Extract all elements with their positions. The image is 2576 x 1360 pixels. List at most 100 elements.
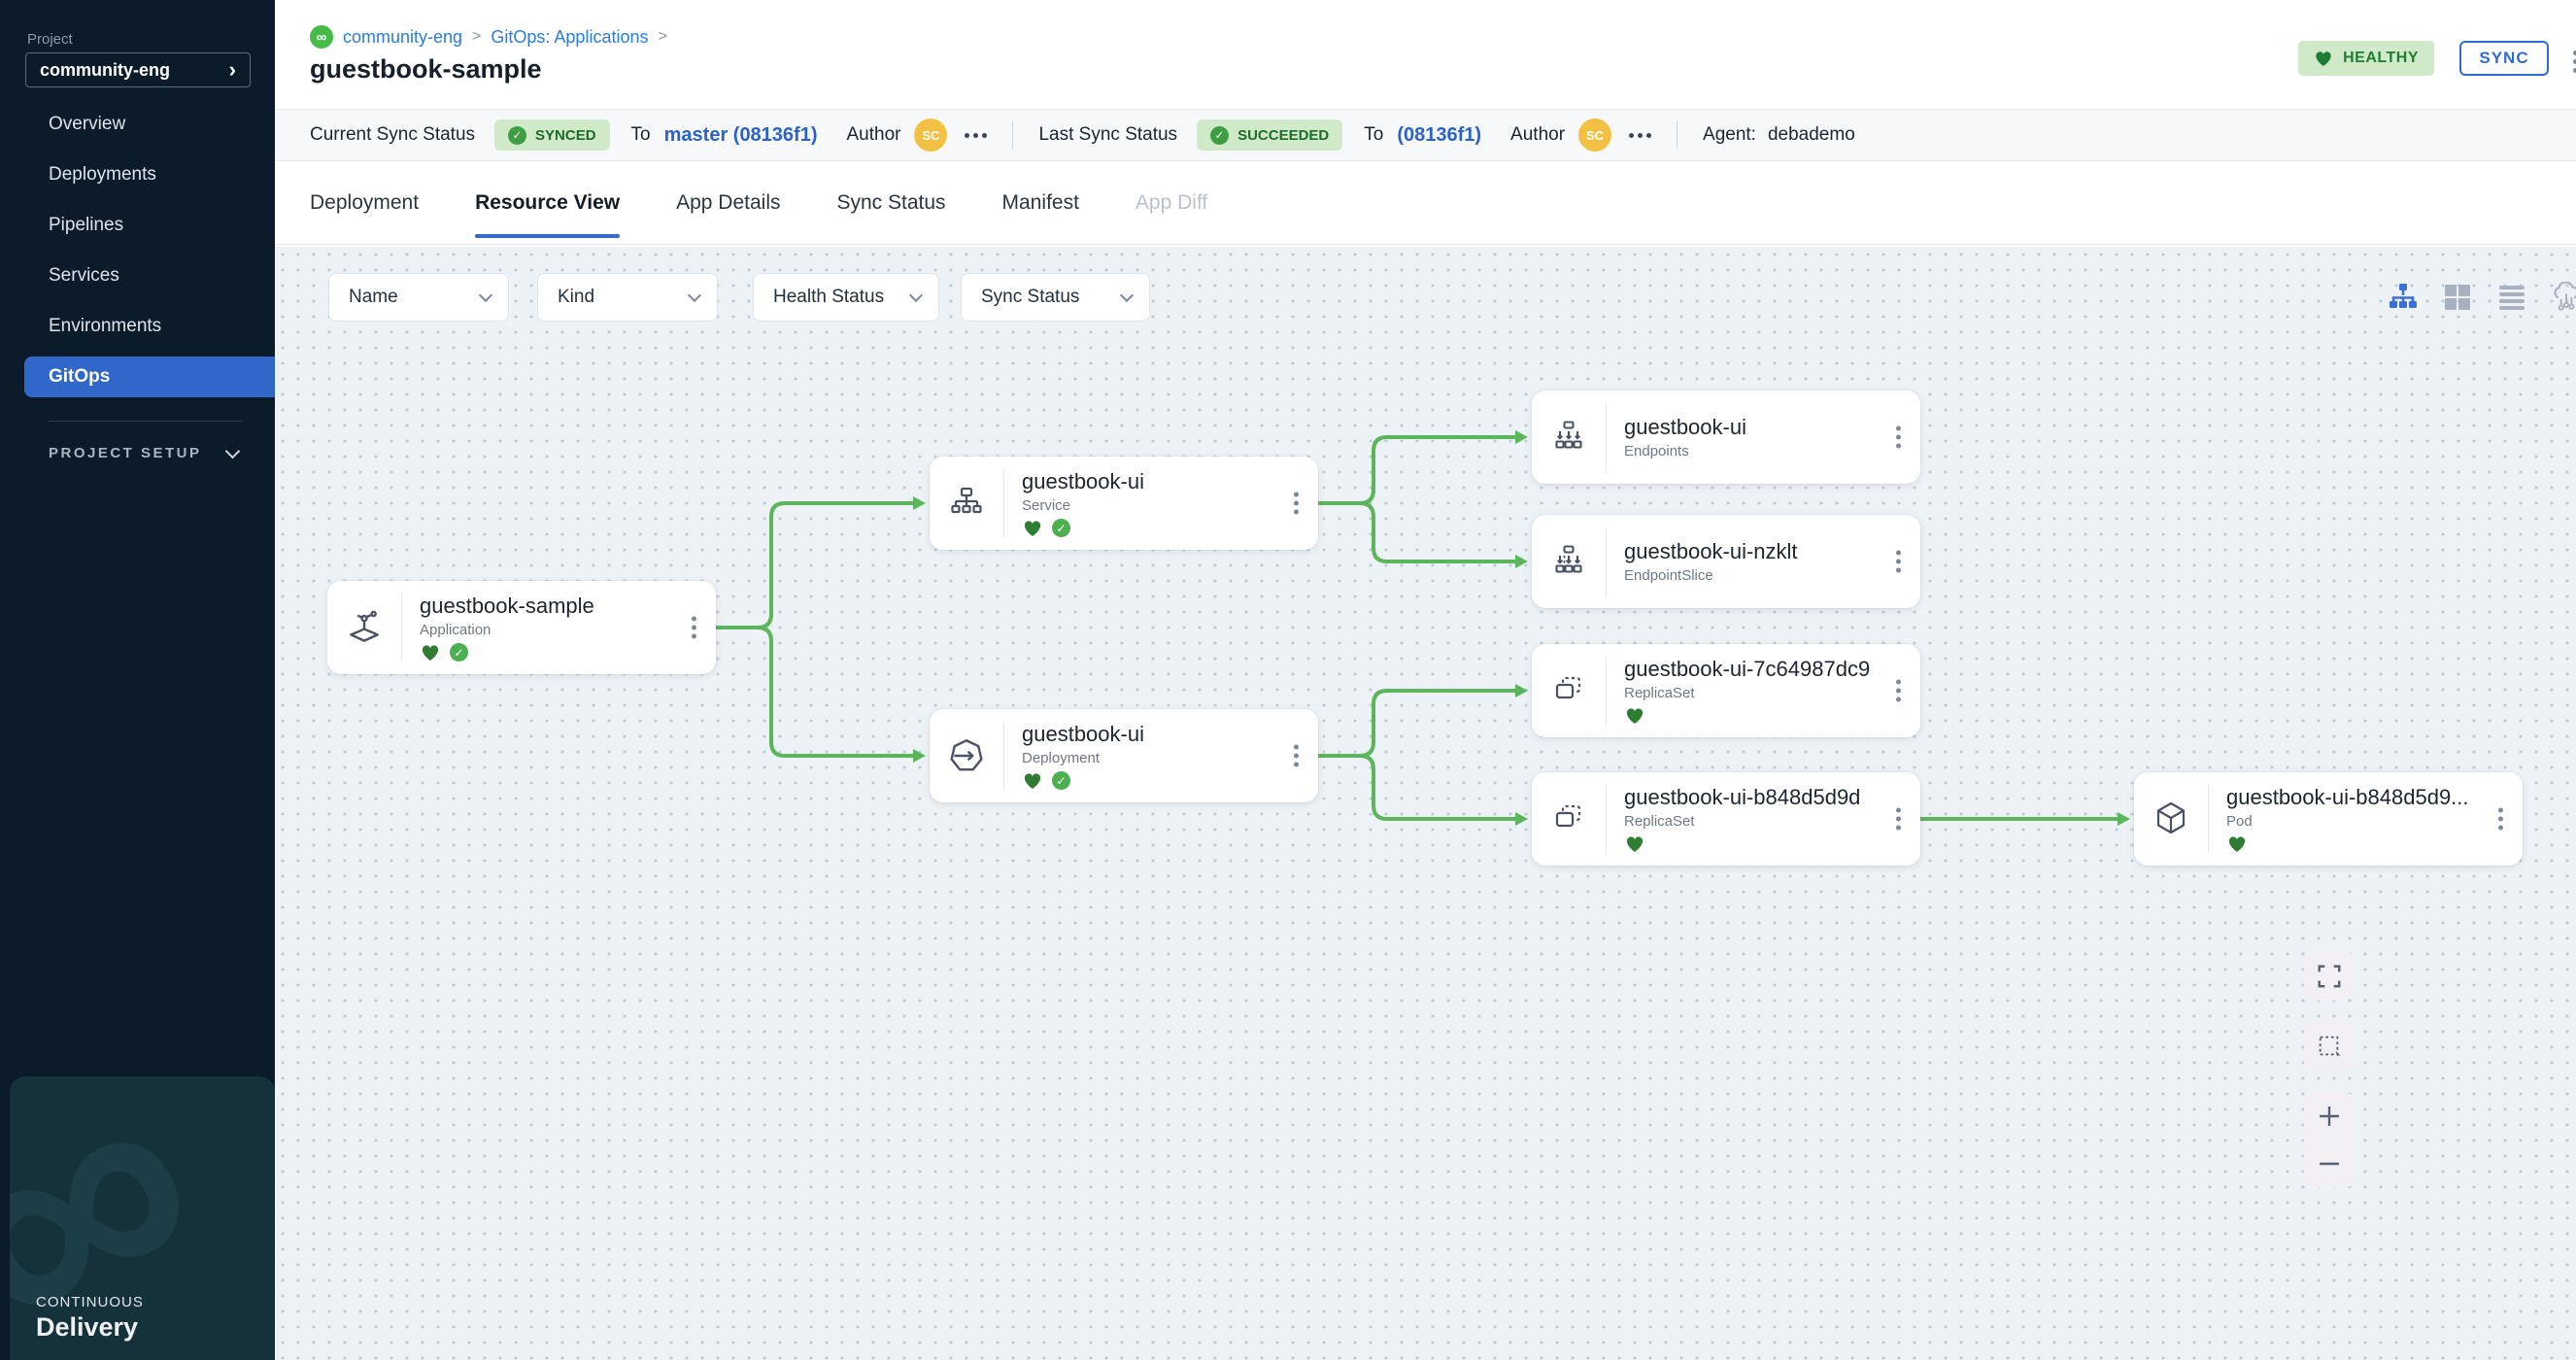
- node-kind: EndpointSlice: [1624, 567, 1920, 584]
- node-kind: Deployment: [1022, 750, 1318, 766]
- node-kind: ReplicaSet: [1624, 813, 1920, 830]
- author-label: Author: [847, 124, 901, 146]
- gitops-logo-icon: ∞: [310, 25, 333, 49]
- node-menu-button[interactable]: [1294, 493, 1299, 515]
- project-selector[interactable]: community-eng ›: [25, 52, 251, 87]
- chevron-down-icon: [224, 443, 240, 459]
- filter-health-status-dropdown[interactable]: Health Status: [753, 273, 939, 322]
- breadcrumb-section-link[interactable]: GitOps: Applications: [491, 27, 648, 48]
- healthy-heart-icon: [1022, 519, 1043, 537]
- page-title: guestbook-sample: [310, 54, 542, 85]
- sidebar-item-services[interactable]: Services: [0, 251, 275, 301]
- sync-button[interactable]: SYNC: [2459, 41, 2549, 76]
- edge-deployment-replicaset1: [1318, 691, 1517, 756]
- healthy-heart-icon: [1624, 834, 1645, 853]
- replicaset-icon: [1532, 800, 1606, 837]
- node-kind: Service: [1022, 497, 1318, 514]
- application-icon: [327, 608, 401, 647]
- tab-bar: Deployment Resource View App Details Syn…: [275, 161, 2576, 245]
- edge-application-service: [716, 503, 915, 628]
- resource-node-replicaset-7c64987dc9[interactable]: guestbook-ui-7c64987dc9 ReplicaSet: [1532, 644, 1920, 737]
- service-icon: [930, 485, 1003, 522]
- breadcrumb-separator: >: [472, 28, 481, 46]
- project-label: Project: [27, 31, 73, 48]
- author-avatar[interactable]: SC: [914, 119, 947, 152]
- tab-resource-view[interactable]: Resource View: [475, 161, 620, 244]
- resource-tree-canvas[interactable]: Name Kind Health Status Sync Status: [275, 247, 2576, 1360]
- filter-name-dropdown[interactable]: Name: [328, 273, 509, 322]
- project-setup-toggle[interactable]: PROJECT SETUP: [49, 445, 238, 461]
- zoom-controls: [2304, 1092, 2354, 1188]
- tab-app-details[interactable]: App Details: [676, 161, 780, 244]
- sidebar-item-pipelines[interactable]: Pipelines: [0, 200, 275, 251]
- synced-check-icon: ✓: [1052, 519, 1070, 537]
- last-sync-revision-link[interactable]: (08136f1): [1397, 124, 1481, 147]
- main-content: ∞ community-eng > GitOps: Applications >…: [275, 0, 2576, 1360]
- filter-sync-status-dropdown[interactable]: Sync Status: [961, 273, 1150, 322]
- agent-value: debademo: [1768, 124, 1855, 146]
- network-map-view-icon[interactable]: [2551, 282, 2576, 313]
- resource-node-deployment[interactable]: guestbook-ui Deployment ✓: [930, 709, 1318, 802]
- to-label: To: [1364, 124, 1383, 146]
- tab-app-diff[interactable]: App Diff: [1135, 161, 1207, 244]
- node-title: guestbook-ui: [1624, 415, 1920, 440]
- node-menu-button[interactable]: [1294, 745, 1299, 767]
- author-avatar[interactable]: SC: [1578, 119, 1611, 152]
- list-view-icon[interactable]: [2496, 282, 2527, 313]
- node-menu-button[interactable]: [1896, 551, 1901, 573]
- tab-sync-status[interactable]: Sync Status: [836, 161, 945, 244]
- current-sync-more-button[interactable]: [965, 133, 987, 138]
- node-menu-button[interactable]: [1896, 808, 1901, 831]
- pod-icon: [2134, 799, 2208, 838]
- resource-node-endpointslice[interactable]: guestbook-ui-nzklt EndpointSlice: [1532, 515, 1920, 608]
- resource-node-endpoints[interactable]: guestbook-ui Endpoints: [1532, 391, 1920, 484]
- view-mode-switcher: [2388, 282, 2576, 313]
- node-menu-button[interactable]: [1896, 426, 1901, 449]
- zoom-in-button[interactable]: [2317, 1104, 2342, 1129]
- heart-icon: [2314, 50, 2333, 67]
- node-title: guestbook-ui: [1022, 722, 1318, 747]
- sidebar-item-overview[interactable]: Overview: [0, 99, 275, 150]
- tab-manifest[interactable]: Manifest: [1002, 161, 1079, 244]
- deployment-icon: [930, 736, 1003, 775]
- node-title: guestbook-ui-7c64987dc9: [1624, 657, 1920, 682]
- current-sync-revision-link[interactable]: master (08136f1): [664, 124, 818, 147]
- node-title: guestbook-ui-b848d5d9...: [2226, 785, 2523, 810]
- sidebar: Project community-eng › Overview Deploym…: [0, 0, 275, 1360]
- last-sync-label: Last Sync Status: [1038, 124, 1177, 146]
- healthy-heart-icon: [1022, 771, 1043, 790]
- chevron-down-icon: [1120, 289, 1134, 302]
- edge-deployment-replicaset2: [1318, 756, 1517, 819]
- fullscreen-button[interactable]: [2304, 951, 2354, 1001]
- resource-node-service[interactable]: guestbook-ui Service ✓: [930, 457, 1318, 550]
- chevron-down-icon: [479, 289, 492, 302]
- tab-deployment[interactable]: Deployment: [310, 161, 419, 244]
- resource-node-application[interactable]: guestbook-sample Application ✓: [327, 581, 716, 674]
- endpointslice-icon: [1532, 543, 1606, 580]
- marquee-select-button[interactable]: [2304, 1021, 2354, 1071]
- grid-view-icon[interactable]: [2442, 282, 2473, 313]
- node-menu-button[interactable]: [2498, 808, 2503, 831]
- filter-kind-dropdown[interactable]: Kind: [537, 273, 718, 322]
- resource-node-pod[interactable]: guestbook-ui-b848d5d9... Pod: [2134, 772, 2523, 866]
- node-menu-button[interactable]: [1896, 680, 1901, 702]
- zoom-out-button[interactable]: [2317, 1151, 2342, 1176]
- sidebar-item-deployments[interactable]: Deployments: [0, 150, 275, 200]
- check-circle-icon: ✓: [1210, 126, 1229, 145]
- synced-check-icon: ✓: [1052, 771, 1070, 790]
- node-menu-button[interactable]: [692, 617, 696, 639]
- module-panel: ∞ CONTINUOUS Delivery: [10, 1076, 275, 1360]
- sidebar-item-environments[interactable]: Environments: [0, 301, 275, 352]
- last-sync-more-button[interactable]: [1629, 133, 1651, 138]
- sidebar-item-gitops[interactable]: GitOps: [24, 357, 275, 397]
- tree-view-icon[interactable]: [2388, 282, 2419, 313]
- synced-badge: ✓ SYNCED: [494, 119, 610, 151]
- breadcrumb: ∞ community-eng > GitOps: Applications >: [310, 25, 667, 49]
- project-name: community-eng: [40, 60, 229, 81]
- breadcrumb-project-link[interactable]: community-eng: [343, 27, 462, 48]
- edge-service-endpoints: [1318, 437, 1517, 503]
- healthy-heart-icon: [420, 643, 441, 662]
- harness-gitops-app: Project community-eng › Overview Deploym…: [0, 0, 2576, 1360]
- resource-node-replicaset-b848d5d9d[interactable]: guestbook-ui-b848d5d9d ReplicaSet: [1532, 772, 1920, 866]
- replicaset-icon: [1532, 672, 1606, 709]
